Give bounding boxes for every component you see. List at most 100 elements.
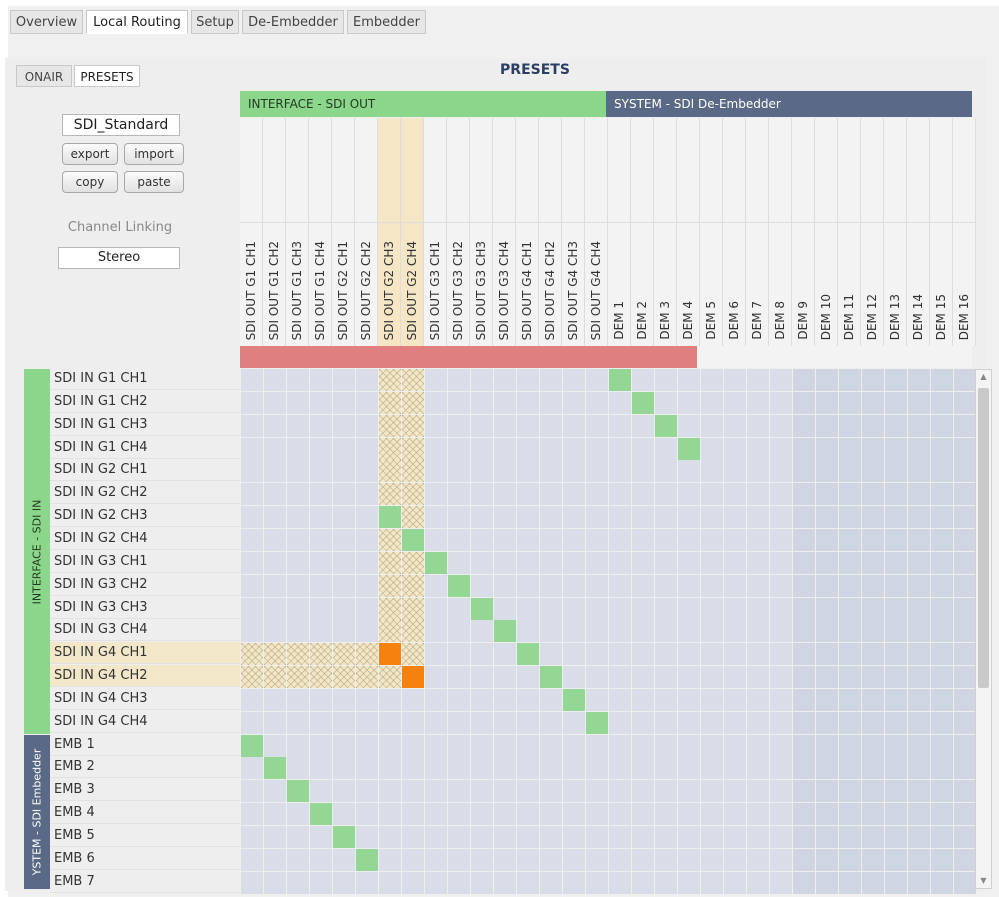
matrix-cell[interactable] (862, 460, 884, 483)
matrix-cell[interactable] (816, 460, 838, 483)
matrix-cell[interactable] (586, 551, 608, 574)
matrix-cell[interactable] (264, 506, 286, 529)
matrix-cell[interactable] (839, 757, 861, 780)
matrix-cell[interactable] (701, 688, 723, 711)
matrix-cell[interactable] (724, 871, 746, 894)
matrix-cell[interactable] (954, 780, 976, 803)
matrix-cell[interactable] (954, 551, 976, 574)
matrix-cell[interactable] (931, 871, 953, 894)
matrix-cell[interactable] (448, 620, 470, 643)
matrix-cell[interactable] (793, 826, 815, 848)
matrix-cell[interactable] (448, 369, 470, 391)
matrix-cell[interactable] (770, 826, 792, 848)
matrix-cell[interactable] (448, 414, 470, 437)
matrix-cell[interactable] (885, 620, 907, 643)
matrix-cell[interactable] (356, 437, 378, 460)
row-label[interactable]: SDI IN G2 CH1 (50, 459, 240, 482)
matrix-cell[interactable] (655, 391, 677, 414)
matrix-cell[interactable] (770, 871, 792, 894)
matrix-cell[interactable] (678, 871, 700, 894)
matrix-cell[interactable] (333, 369, 355, 391)
matrix-cell[interactable] (885, 643, 907, 666)
matrix-cell[interactable] (632, 711, 654, 734)
matrix-cell[interactable] (839, 506, 861, 529)
matrix-cell[interactable] (264, 620, 286, 643)
matrix-cell[interactable] (264, 803, 286, 826)
matrix-cell[interactable] (747, 848, 769, 871)
row-label[interactable]: SDI IN G3 CH4 (50, 619, 240, 642)
matrix-cell[interactable] (862, 643, 884, 666)
matrix-cell[interactable] (678, 528, 700, 551)
matrix-cell[interactable] (609, 437, 631, 460)
matrix-cell[interactable] (241, 483, 263, 506)
matrix-cell[interactable] (678, 711, 700, 734)
matrix-cell[interactable] (701, 437, 723, 460)
matrix-cell[interactable] (908, 483, 930, 506)
matrix-cell[interactable] (862, 437, 884, 460)
matrix-cell[interactable] (471, 757, 493, 780)
matrix-cell[interactable] (586, 871, 608, 894)
matrix-cell[interactable] (793, 803, 815, 826)
matrix-cell[interactable] (287, 460, 309, 483)
matrix-cell[interactable] (793, 391, 815, 414)
matrix-cell[interactable] (241, 871, 263, 894)
matrix-cell[interactable] (287, 734, 309, 757)
column-header[interactable]: SDI OUT G3 CH3 (470, 118, 493, 346)
matrix-cell[interactable] (724, 414, 746, 437)
matrix-cell[interactable] (931, 826, 953, 848)
row-label[interactable]: SDI IN G2 CH4 (50, 528, 240, 550)
matrix-cell[interactable] (747, 757, 769, 780)
matrix-cell[interactable] (425, 574, 447, 597)
column-header[interactable]: DEM 4 (677, 118, 700, 346)
matrix-cell[interactable] (333, 757, 355, 780)
matrix-cell[interactable] (517, 734, 539, 757)
column-header[interactable]: SDI OUT G1 CH4 (309, 118, 332, 346)
matrix-cell[interactable] (632, 414, 654, 437)
column-header[interactable]: SDI OUT G4 CH3 (562, 118, 585, 346)
matrix-cell[interactable] (333, 848, 355, 871)
matrix-cell[interactable] (379, 551, 401, 574)
matrix-cell[interactable] (655, 369, 677, 391)
matrix-cell[interactable] (333, 597, 355, 620)
matrix-cell[interactable] (816, 826, 838, 848)
matrix-cell[interactable] (264, 437, 286, 460)
matrix-cell[interactable] (563, 803, 585, 826)
matrix-cell[interactable] (356, 780, 378, 803)
matrix-cell[interactable] (379, 620, 401, 643)
matrix-cell[interactable] (264, 826, 286, 848)
matrix-cell[interactable] (678, 848, 700, 871)
matrix-cell[interactable] (241, 734, 263, 757)
matrix-cell[interactable] (241, 506, 263, 529)
matrix-cell[interactable] (448, 391, 470, 414)
matrix-cell[interactable] (310, 528, 332, 551)
matrix-cell[interactable] (632, 734, 654, 757)
matrix-cell[interactable] (540, 414, 562, 437)
matrix-cell[interactable] (241, 757, 263, 780)
matrix-cell[interactable] (356, 848, 378, 871)
matrix-cell[interactable] (885, 826, 907, 848)
matrix-cell[interactable] (678, 757, 700, 780)
matrix-cell[interactable] (471, 437, 493, 460)
matrix-cell[interactable] (678, 643, 700, 666)
matrix-cell[interactable] (287, 437, 309, 460)
matrix-cell[interactable] (448, 666, 470, 689)
matrix-cell[interactable] (310, 871, 332, 894)
row-label[interactable]: SDI IN G4 CH3 (50, 688, 240, 710)
matrix-cell[interactable] (494, 803, 516, 826)
matrix-cell[interactable] (655, 666, 677, 689)
matrix-cell[interactable] (724, 711, 746, 734)
matrix-cell[interactable] (402, 780, 424, 803)
matrix-cell[interactable] (540, 437, 562, 460)
matrix-cell[interactable] (425, 483, 447, 506)
matrix-cell[interactable] (655, 643, 677, 666)
matrix-cell[interactable] (264, 551, 286, 574)
matrix-cell[interactable] (264, 391, 286, 414)
matrix-cell[interactable] (632, 666, 654, 689)
matrix-cell[interactable] (264, 711, 286, 734)
matrix-cell[interactable] (586, 620, 608, 643)
matrix-cell[interactable] (310, 391, 332, 414)
matrix-cell[interactable] (586, 666, 608, 689)
matrix-cell[interactable] (563, 666, 585, 689)
matrix-cell[interactable] (632, 574, 654, 597)
matrix-cell[interactable] (609, 551, 631, 574)
